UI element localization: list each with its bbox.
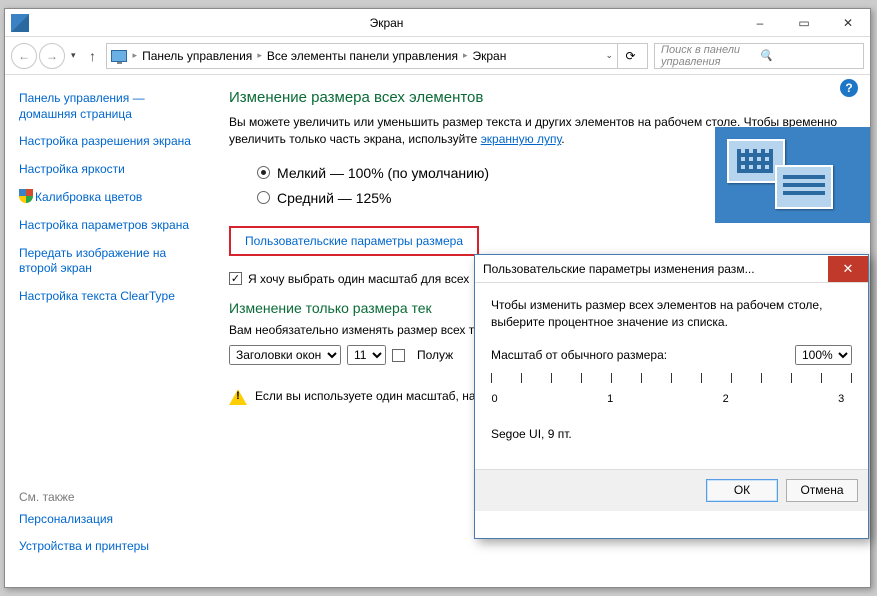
minimize-button[interactable]: – (738, 10, 782, 36)
dpi-ruler[interactable]: 0 1 2 3 (491, 373, 852, 413)
scale-from-label: Масштаб от обычного размера: (491, 348, 667, 362)
search-icon: 🔍 (759, 49, 857, 62)
magnifier-link[interactable]: экранную лупу (481, 132, 562, 146)
help-icon[interactable]: ? (840, 79, 858, 97)
dialog-ok-button[interactable]: ОК (706, 479, 778, 502)
sidebar-home[interactable]: Панель управления — домашняя страница (19, 91, 145, 121)
sidebar-resolution[interactable]: Настройка разрешения экрана (19, 134, 191, 148)
see-also-personalization[interactable]: Персонализация (19, 512, 113, 526)
breadcrumb[interactable]: ▸ Панель управления ▸ Все элементы панел… (106, 43, 648, 69)
custom-dpi-dialog: Пользовательские параметры изменения раз… (474, 254, 869, 539)
custom-size-link[interactable]: Пользовательские параметры размера (245, 234, 463, 248)
sidebar-cleartype[interactable]: Настройка текста ClearType (19, 289, 175, 303)
one-scale-label: Я хочу выбрать один масштаб для всех (248, 272, 469, 286)
crumb-3[interactable]: Экран (473, 49, 507, 63)
dialog-close-button[interactable]: ✕ (828, 256, 868, 282)
font-sample: Segoe UI, 9 пт. (491, 427, 852, 441)
dialog-description: Чтобы изменить размер всех элементов на … (491, 297, 852, 331)
sidebar-brightness[interactable]: Настройка яркости (19, 162, 125, 176)
scale-preview (715, 127, 870, 223)
sidebar-color-calibration[interactable]: Калибровка цветов (35, 190, 142, 204)
bold-label: Полуж (417, 348, 453, 362)
titlebar: Экран – ▭ ✕ (5, 9, 870, 37)
dialog-cancel-button[interactable]: Отмена (786, 479, 858, 502)
one-scale-checkbox[interactable]: ✓ (229, 272, 242, 285)
refresh-button[interactable]: ⟳ (617, 44, 643, 68)
maximize-button[interactable]: ▭ (782, 10, 826, 36)
monitor-icon (111, 50, 127, 62)
element-select[interactable]: Заголовки окон (229, 345, 341, 365)
see-also-devices[interactable]: Устройства и принтеры (19, 539, 149, 553)
nav-up-button[interactable]: ↑ (82, 48, 104, 64)
sidebar: Панель управления — домашняя страница На… (5, 75, 205, 587)
see-also-heading: См. также (19, 490, 195, 504)
radio-medium[interactable] (257, 191, 270, 204)
crumb-1[interactable]: Панель управления (142, 49, 252, 63)
shield-icon (19, 189, 33, 203)
fontsize-select[interactable]: 11 (347, 345, 386, 365)
dialog-title: Пользовательские параметры изменения раз… (483, 262, 828, 276)
app-icon (11, 14, 29, 32)
sidebar-display-settings[interactable]: Настройка параметров экрана (19, 218, 189, 232)
nav-back-button[interactable]: ← (11, 43, 37, 69)
dialog-titlebar[interactable]: Пользовательские параметры изменения раз… (475, 255, 868, 283)
preview-window-2 (775, 165, 833, 209)
window-title: Экран (35, 16, 738, 30)
crumb-2[interactable]: Все элементы панели управления (267, 49, 458, 63)
heading-scale-all: Изменение размера всех элементов (229, 89, 850, 106)
scale-select[interactable]: 100% (795, 345, 852, 365)
nav-bar: ← → ▾ ↑ ▸ Панель управления ▸ Все элемен… (5, 37, 870, 75)
sidebar-project[interactable]: Передать изображение на второй экран (19, 246, 166, 276)
radio-small[interactable] (257, 166, 270, 179)
nav-history-dropdown[interactable]: ▾ (67, 50, 80, 61)
bold-checkbox[interactable] (392, 349, 405, 362)
nav-forward-button[interactable]: → (39, 43, 65, 69)
search-input[interactable]: Поиск в панели управления 🔍 (654, 43, 864, 69)
custom-size-highlight: Пользовательские параметры размера (229, 226, 479, 256)
crumb-dropdown[interactable]: ⌄ (601, 50, 617, 61)
close-button[interactable]: ✕ (826, 10, 870, 36)
warning-icon (229, 389, 247, 405)
